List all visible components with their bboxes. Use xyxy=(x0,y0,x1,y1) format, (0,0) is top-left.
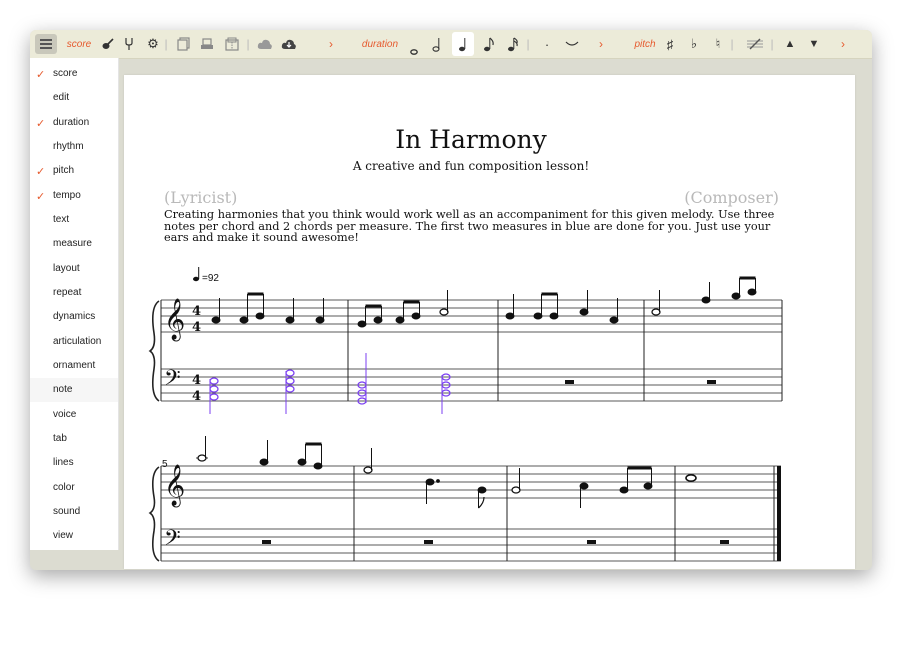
half-note-icon[interactable] xyxy=(428,30,446,58)
treble-clef: 𝄞 xyxy=(164,464,185,507)
score-page: In Harmony A creative and fun compositio… xyxy=(124,75,855,569)
cloud-download-icon[interactable] xyxy=(278,30,300,58)
barlines xyxy=(160,466,775,561)
pitch-group-chevron[interactable]: › xyxy=(838,30,848,58)
app-window: score ⚙ | | › duration | · › pitch ♯ ♭ ♮… xyxy=(30,30,872,570)
tuning-fork-icon[interactable] xyxy=(120,30,138,58)
sidebar-item-repeat[interactable]: repeat xyxy=(30,281,118,305)
barlines xyxy=(160,300,783,401)
sidebar-item-color[interactable]: color xyxy=(30,476,118,500)
final-barline xyxy=(777,466,781,561)
sidebar-item-layout[interactable]: layout xyxy=(30,257,118,281)
whole-rest xyxy=(587,540,596,544)
harmony-chords-blue xyxy=(209,353,451,414)
toolbar-duration-label: duration xyxy=(361,38,399,50)
toolbar-separator: | xyxy=(770,37,774,51)
flat-icon[interactable]: ♭ xyxy=(686,30,702,58)
tempo-value: =92 xyxy=(202,273,219,284)
toolbar: score ⚙ | | › duration | · › pitch ♯ ♭ ♮… xyxy=(30,30,872,59)
sidebar: ✓ score edit ✓ duration rhythm ✓ pitch ✓ tem… xyxy=(30,58,119,550)
sidebar-item-view[interactable]: view xyxy=(30,524,118,548)
whole-rest xyxy=(707,380,716,384)
cloud-upload-icon[interactable] xyxy=(254,30,276,58)
natural-icon[interactable]: ♮ xyxy=(710,30,726,58)
sidebar-item-sound[interactable]: sound xyxy=(30,500,118,524)
sidebar-item-duration[interactable]: ✓ duration xyxy=(30,111,118,135)
measure-3-melody xyxy=(505,290,619,324)
grand-staff-brace xyxy=(148,466,160,562)
measure-6-melody xyxy=(363,448,487,509)
gear-icon[interactable]: ⚙ xyxy=(144,30,162,58)
sidebar-item-pitch[interactable]: ✓ pitch xyxy=(30,159,118,183)
sharp-icon[interactable]: ♯ xyxy=(662,30,678,58)
sidebar-item-tab[interactable]: tab xyxy=(30,427,118,451)
music-notation[interactable]: =92 𝄞 𝄢 4 4 4 4 5 𝄞 𝄢 xyxy=(124,75,855,569)
sidebar-item-voice[interactable]: voice xyxy=(30,403,118,427)
toolbar-separator: | xyxy=(246,37,250,51)
check-icon: ✓ xyxy=(36,191,46,203)
sidebar-item-score[interactable]: ✓ score xyxy=(30,62,118,86)
toolbar-score-label: score xyxy=(66,38,92,50)
toolbar-separator: | xyxy=(164,37,168,51)
toolbar-pitch-label: pitch xyxy=(634,38,656,50)
guitar-icon[interactable] xyxy=(98,30,118,58)
quarter-note-icon[interactable] xyxy=(452,32,474,56)
measure-1-melody xyxy=(211,292,325,324)
dot-icon[interactable]: · xyxy=(540,30,554,58)
grand-staff-brace xyxy=(148,300,160,402)
arrow-up-icon[interactable]: ▲ xyxy=(782,30,798,58)
system-2: 𝄞 𝄢 xyxy=(148,436,781,562)
svg-text:4: 4 xyxy=(192,304,201,319)
whole-rest xyxy=(262,540,271,544)
eighth-note-icon[interactable] xyxy=(480,30,498,58)
sidebar-item-note[interactable]: note xyxy=(30,378,118,402)
hamburger-menu-icon[interactable] xyxy=(35,34,57,54)
whole-rest xyxy=(424,540,433,544)
check-icon: ✓ xyxy=(36,166,46,178)
whole-rest xyxy=(565,380,574,384)
measure-4-melody xyxy=(651,276,757,316)
svg-text:4: 4 xyxy=(192,389,201,404)
toolbar-separator: | xyxy=(526,37,530,51)
score-canvas: In Harmony A creative and fun compositio… xyxy=(124,59,872,570)
sixteenth-note-icon[interactable] xyxy=(504,30,522,58)
bass-clef: 𝄢 xyxy=(164,366,181,396)
sidebar-item-rhythm[interactable]: rhythm xyxy=(30,135,118,159)
tie-icon[interactable] xyxy=(562,30,582,58)
svg-text:4: 4 xyxy=(192,320,201,335)
score-group-chevron[interactable]: › xyxy=(326,30,336,58)
measure-8-whole-note xyxy=(685,473,697,482)
sidebar-item-dynamics[interactable]: dynamics xyxy=(30,305,118,329)
sidebar-item-edit[interactable]: edit xyxy=(30,86,118,110)
check-icon: ✓ xyxy=(36,118,46,130)
tempo-marking[interactable]: =92 xyxy=(193,267,219,284)
print-icon[interactable] xyxy=(196,30,218,58)
svg-text:4: 4 xyxy=(192,373,201,388)
time-signature: 4 4 4 4 xyxy=(192,304,201,404)
check-icon: ✓ xyxy=(36,69,46,81)
sidebar-item-text[interactable]: text xyxy=(30,208,118,232)
copy-pages-icon[interactable] xyxy=(172,30,194,58)
whole-rest xyxy=(720,540,729,544)
sidebar-item-lines[interactable]: lines xyxy=(30,451,118,475)
sidebar-item-tempo[interactable]: ✓ tempo xyxy=(30,184,118,208)
measure-2-melody xyxy=(357,290,449,328)
duration-group-chevron[interactable]: › xyxy=(596,30,606,58)
zip-archive-icon[interactable] xyxy=(220,30,244,58)
arrow-down-icon[interactable]: ▼ xyxy=(806,30,822,58)
measure-5-melody xyxy=(196,436,323,470)
toolbar-separator: | xyxy=(730,37,734,51)
system-1: 𝄞 𝄢 4 4 4 4 xyxy=(148,276,783,414)
sidebar-item-articulation[interactable]: articulation xyxy=(30,330,118,354)
sidebar-item-ornament[interactable]: ornament xyxy=(30,354,118,378)
bass-clef: 𝄢 xyxy=(164,526,181,556)
sidebar-item-measure[interactable]: measure xyxy=(30,232,118,256)
treble-clef: 𝄞 xyxy=(164,298,185,341)
staff-edit-icon[interactable] xyxy=(744,30,766,58)
